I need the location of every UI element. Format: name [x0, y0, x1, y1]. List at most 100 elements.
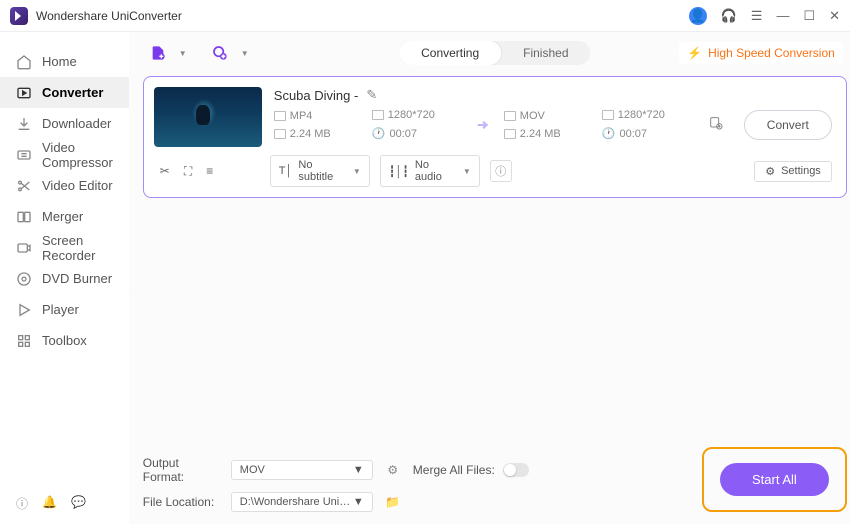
size-icon [504, 129, 516, 139]
sidebar-item-editor[interactable]: Video Editor [0, 170, 129, 201]
close-button[interactable]: ✕ [829, 8, 840, 24]
browse-folder-icon[interactable]: 📁 [383, 492, 403, 512]
sidebar-label: Merger [42, 209, 83, 224]
sidebar-item-converter[interactable]: Converter [0, 77, 129, 108]
sidebar-label: Home [42, 54, 77, 69]
sidebar: Home Converter Downloader Video Compress… [0, 32, 129, 524]
file-title: Scuba Diving - [274, 88, 359, 103]
edit-title-icon[interactable]: ✎ [366, 87, 377, 103]
user-avatar-icon[interactable]: 👤 [689, 7, 707, 25]
dst-dur: 00:07 [619, 128, 647, 140]
home-icon [16, 54, 32, 70]
tab-group: Converting Finished [399, 41, 590, 65]
output-settings-icon[interactable] [708, 115, 728, 135]
sidebar-item-home[interactable]: Home [0, 46, 129, 77]
merge-icon [16, 209, 32, 225]
resolution-icon [372, 110, 384, 120]
merge-label: Merge All Files: [413, 463, 495, 477]
sidebar-item-dvd[interactable]: DVD Burner [0, 263, 129, 294]
chevron-down-icon: ▼ [463, 167, 471, 176]
subtitle-icon: T│ [279, 165, 293, 177]
play-icon [16, 302, 32, 318]
output-format-label: Output Format: [143, 456, 221, 484]
settings-button[interactable]: ⚙Settings [754, 161, 832, 182]
converter-icon [16, 85, 32, 101]
arrow-right-icon [470, 117, 496, 133]
high-speed-badge[interactable]: ⚡High Speed Conversion [679, 42, 843, 64]
scissors-icon [16, 178, 32, 194]
video-thumbnail[interactable] [154, 87, 262, 147]
merge-toggle[interactable] [503, 463, 529, 477]
compress-icon [16, 147, 32, 163]
chevron-down-icon: ▼ [353, 464, 364, 476]
format-icon [274, 111, 286, 121]
add-url-button[interactable] [209, 42, 231, 64]
dst-size: 2.24 MB [520, 128, 561, 140]
disc-icon [16, 271, 32, 287]
main-panel: ▼ ▼ Converting Finished ⚡High Speed Conv… [129, 32, 850, 524]
sidebar-item-recorder[interactable]: Screen Recorder [0, 232, 129, 263]
src-res: 1280*720 [388, 109, 435, 121]
info-button[interactable]: ⓘ [490, 160, 512, 182]
file-location-label: File Location: [143, 495, 221, 509]
sidebar-label: DVD Burner [42, 271, 112, 286]
chevron-down-icon: ▼ [353, 496, 364, 508]
crop-icon[interactable]: ⛶ [184, 164, 192, 179]
audio-icon: ┇│┇ [389, 165, 409, 178]
feedback-icon[interactable]: 💬 [71, 495, 86, 512]
src-dur: 00:07 [389, 128, 417, 140]
download-icon [16, 116, 32, 132]
clock-icon: 🕐 [602, 127, 616, 140]
sidebar-item-merger[interactable]: Merger [0, 201, 129, 232]
sidebar-label: Player [42, 302, 79, 317]
sidebar-item-player[interactable]: Player [0, 294, 129, 325]
src-size: 2.24 MB [290, 128, 331, 140]
gear-icon: ⚙ [765, 165, 775, 178]
dst-format: MOV [520, 110, 545, 122]
sidebar-item-toolbox[interactable]: Toolbox [0, 325, 129, 356]
sidebar-label: Converter [42, 85, 103, 100]
sidebar-label: Toolbox [42, 333, 87, 348]
lightning-icon: ⚡ [687, 46, 702, 60]
app-logo-icon [10, 7, 28, 25]
add-file-button[interactable] [147, 42, 169, 64]
audio-dropdown[interactable]: ┇│┇No audio▼ [380, 155, 480, 187]
tab-converting[interactable]: Converting [399, 41, 501, 65]
app-title: Wondershare UniConverter [36, 9, 689, 23]
start-highlight-box: Start All [702, 447, 847, 512]
format-icon [504, 111, 516, 121]
resolution-icon [602, 110, 614, 120]
bell-icon[interactable]: 🔔 [42, 495, 57, 512]
grid-icon [16, 333, 32, 349]
subtitle-dropdown[interactable]: T│No subtitle▼ [270, 155, 370, 187]
menu-icon[interactable]: ☰ [751, 8, 763, 24]
title-bar: Wondershare UniConverter 👤 🎧 ☰ — ☐ ✕ [0, 0, 850, 32]
size-icon [274, 129, 286, 139]
chevron-down-icon[interactable]: ▼ [241, 49, 249, 58]
sidebar-item-compressor[interactable]: Video Compressor [0, 139, 129, 170]
clock-icon: 🕐 [372, 127, 386, 140]
sidebar-label: Video Compressor [42, 140, 113, 170]
file-card: Scuba Diving -✎ MP4 2.24 MB 1280*720 🕐00… [143, 76, 847, 198]
sidebar-label: Video Editor [42, 178, 113, 193]
format-settings-icon[interactable]: ⚙ [383, 460, 403, 480]
src-format: MP4 [290, 110, 313, 122]
sidebar-item-downloader[interactable]: Downloader [0, 108, 129, 139]
output-format-dropdown[interactable]: MOV▼ [231, 460, 373, 480]
record-icon [16, 240, 32, 256]
minimize-button[interactable]: — [776, 8, 789, 23]
maximize-button[interactable]: ☐ [803, 8, 815, 24]
dst-res: 1280*720 [618, 109, 665, 121]
effects-icon[interactable]: ≡ [206, 164, 213, 179]
chevron-down-icon: ▼ [353, 167, 361, 176]
file-location-dropdown[interactable]: D:\Wondershare UniConverter▼ [231, 492, 373, 512]
help-icon[interactable]: ⓘ [16, 495, 28, 512]
start-all-button[interactable]: Start All [720, 463, 829, 496]
trim-icon[interactable]: ✂ [160, 164, 170, 179]
headset-icon[interactable]: 🎧 [721, 8, 737, 24]
sidebar-label: Screen Recorder [42, 233, 113, 263]
convert-button[interactable]: Convert [744, 110, 832, 140]
sidebar-label: Downloader [42, 116, 111, 131]
tab-finished[interactable]: Finished [501, 41, 590, 65]
chevron-down-icon[interactable]: ▼ [179, 49, 187, 58]
